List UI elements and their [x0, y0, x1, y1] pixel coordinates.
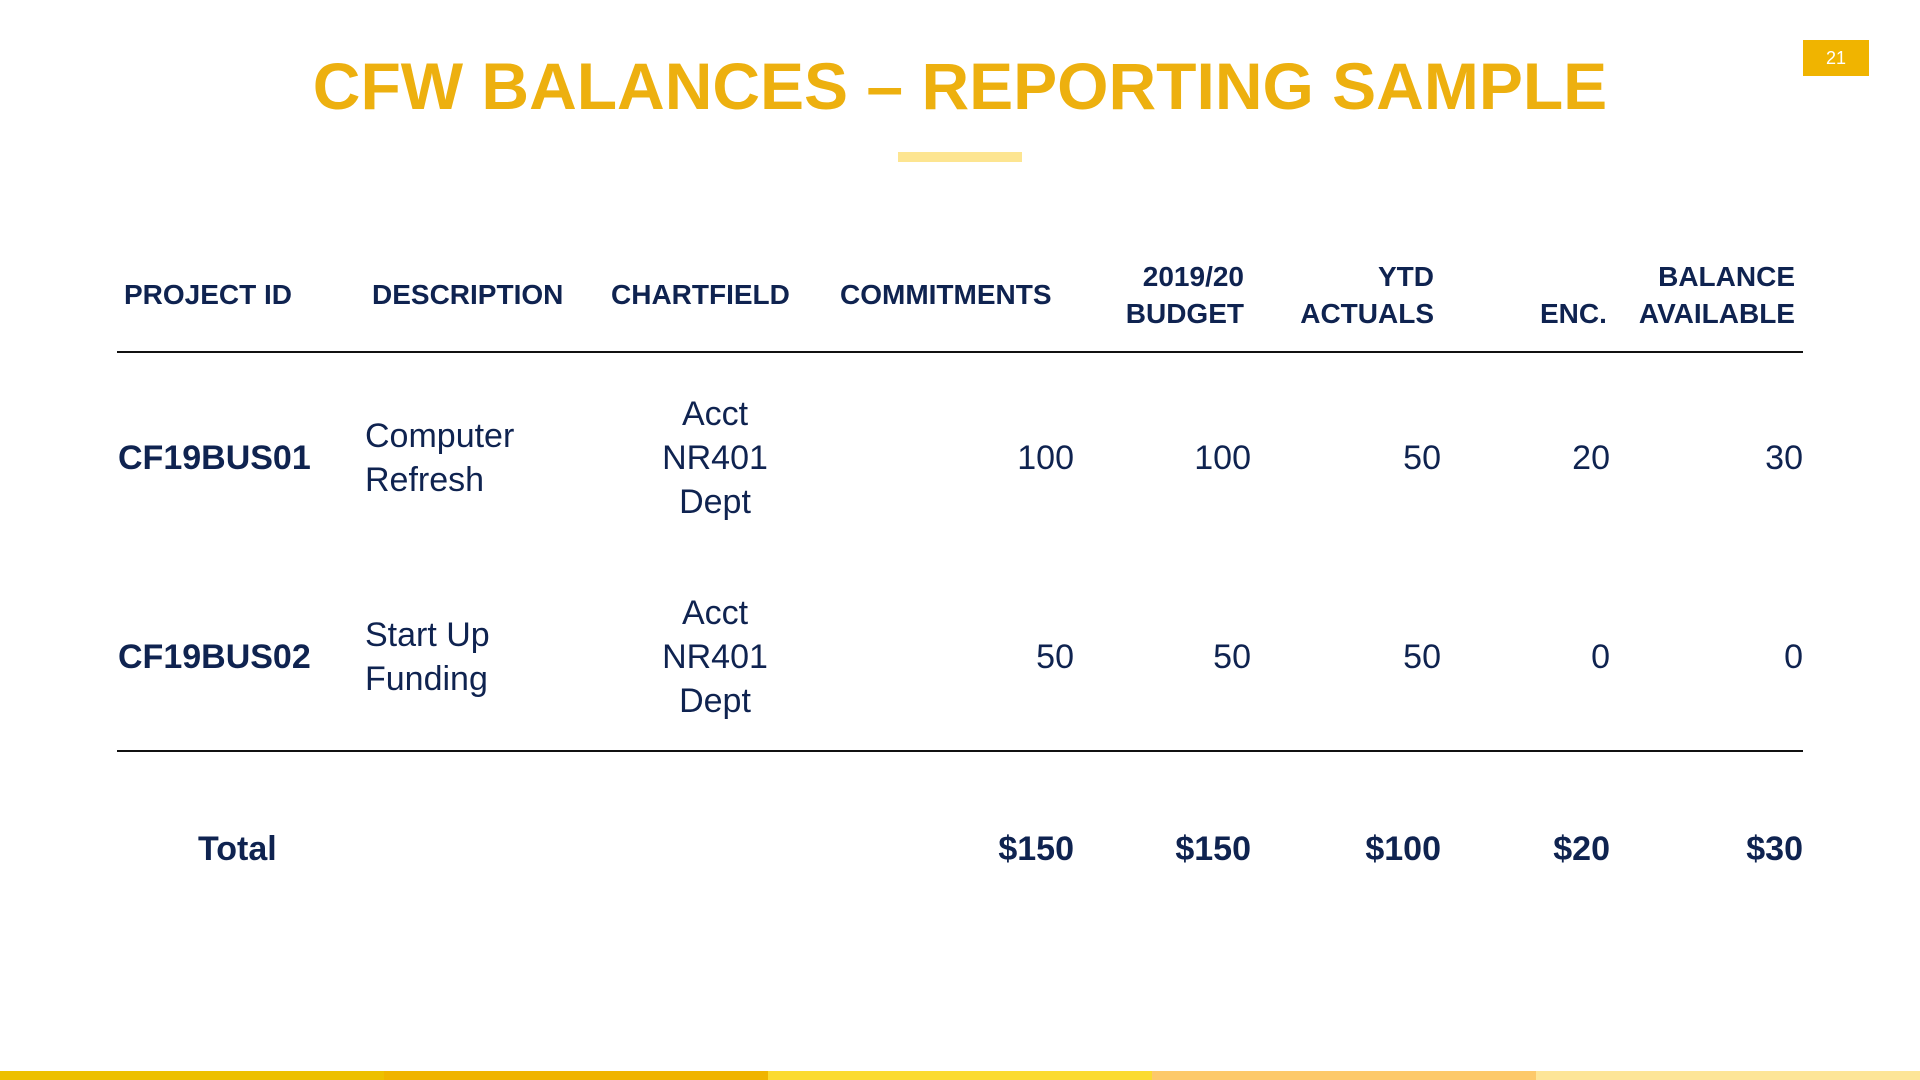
header-ytd-line2: ACTUALS: [1300, 298, 1434, 329]
header-chartfield: CHARTFIELD: [611, 279, 790, 310]
title-underline-accent: [898, 152, 1022, 162]
total-budget: $150: [1175, 830, 1251, 868]
project-id-cell: CF19BUS01: [118, 439, 311, 477]
header-commitments: COMMITMENTS: [840, 279, 1052, 310]
balance-available-cell: 0: [1784, 638, 1803, 676]
chartfield-line: Dept: [679, 682, 751, 720]
ytd-actuals-cell: 50: [1403, 638, 1441, 676]
header-project-id: PROJECT ID: [124, 279, 293, 310]
description-cell: Start Up Funding: [365, 613, 490, 701]
total-balance-available: $30: [1746, 830, 1803, 868]
enc-cell: 0: [1591, 638, 1610, 676]
header-balance-line2: AVAILABLE: [1638, 298, 1795, 329]
commitments-cell: 100: [1017, 439, 1074, 477]
footer-stripe: [384, 1071, 768, 1080]
project-id-cell: CF19BUS02: [118, 638, 311, 676]
footer-stripe: [768, 1071, 1152, 1080]
chartfield-line: NR401: [662, 638, 768, 676]
page-number-badge: 21: [1803, 40, 1869, 76]
chartfield-line: Dept: [679, 483, 751, 521]
header-budget-line2: BUDGET: [1125, 298, 1244, 329]
slide-title: CFW BALANCES – REPORTING SAMPLE: [312, 49, 1608, 123]
chartfield-cell: Acct NR401 Dept: [640, 392, 790, 524]
budget-cell: 100: [1194, 439, 1251, 477]
description-cell: Computer Refresh: [365, 414, 514, 502]
header-budget: 2019/20 BUDGET: [1080, 258, 1244, 332]
description-line: Refresh: [365, 461, 485, 499]
description-line: Start Up: [365, 616, 490, 654]
total-ytd-actuals: $100: [1365, 830, 1441, 868]
header-ytd-actuals: YTD ACTUALS: [1270, 258, 1434, 332]
footer-stripe: [1152, 1071, 1536, 1080]
chartfield-line: Acct: [681, 395, 749, 433]
balance-available-cell: 30: [1765, 439, 1803, 477]
budget-cell: 50: [1213, 638, 1251, 676]
chartfield-line: NR401: [662, 439, 768, 477]
enc-cell: 20: [1572, 439, 1610, 477]
header-balance-line1: BALANCE: [1658, 261, 1795, 292]
header-ytd-line1: YTD: [1378, 261, 1434, 292]
commitments-cell: 50: [1036, 638, 1074, 676]
chartfield-cell: Acct NR401 Dept: [640, 591, 790, 723]
header-enc: ENC.: [1540, 298, 1607, 329]
total-commitments: $150: [998, 830, 1074, 868]
total-enc: $20: [1553, 830, 1610, 868]
header-budget-line1: 2019/20: [1142, 261, 1244, 292]
footer-stripe: [1536, 1071, 1920, 1080]
footer-color-stripes: [0, 1071, 1920, 1080]
description-line: Computer: [365, 417, 515, 455]
header-divider: [117, 351, 1803, 353]
ytd-actuals-cell: 50: [1403, 439, 1441, 477]
header-balance-available: BALANCE AVAILABLE: [1600, 258, 1795, 332]
footer-stripe: [0, 1071, 384, 1080]
chartfield-line: Acct: [681, 594, 749, 632]
header-description: DESCRIPTION: [372, 279, 564, 310]
description-line: Funding: [365, 660, 488, 698]
total-label: Total: [198, 830, 277, 868]
total-divider: [117, 750, 1803, 752]
